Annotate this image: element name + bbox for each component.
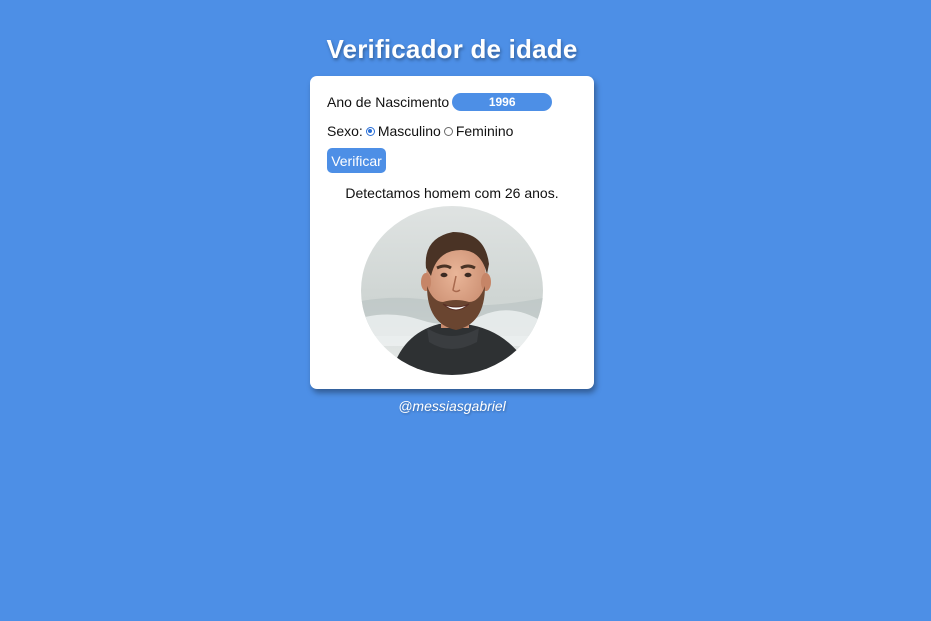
birth-year-label: Ano de Nascimento [327,94,450,110]
radio-feminino[interactable] [443,126,453,136]
radio-masculino[interactable] [365,126,375,136]
result-message: Detectamos homem com 26 anos. [345,185,559,201]
sex-label: Sexo: [327,123,363,139]
verify-button[interactable]: Verificar [327,148,386,173]
author-credit[interactable]: @messiasgabriel [310,398,594,414]
verifier-card: Ano de Nascimento Sexo: Masculino Femini… [310,76,594,389]
birth-year-input[interactable] [452,93,553,111]
bearded-man-photo-icon [361,206,543,375]
radio-feminino-label[interactable]: Feminino [456,123,514,139]
radio-masculino-label[interactable]: Masculino [378,123,441,139]
sex-row: Sexo: Masculino Feminino [327,122,513,140]
result-photo [361,206,543,375]
birth-year-row: Ano de Nascimento [327,93,553,111]
page-title: Verificador de idade [326,34,578,64]
